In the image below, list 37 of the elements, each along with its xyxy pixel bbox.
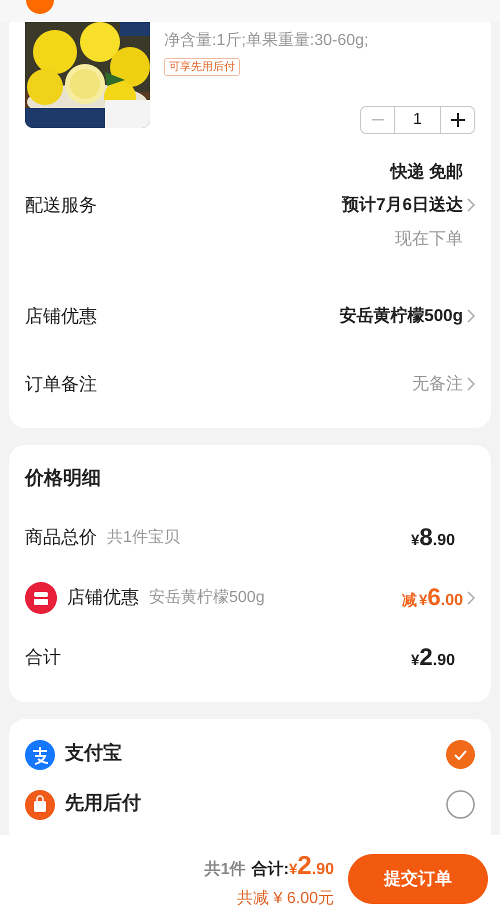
row-value: 快递 免邮 <box>390 160 463 183</box>
chevron-right-icon <box>467 309 475 323</box>
chevron-right-icon <box>467 377 475 391</box>
section-title: 价格明细 <box>25 467 102 491</box>
minus-icon <box>372 119 384 121</box>
price-label: 合计 <box>25 646 61 669</box>
row-value: 预计7月6日送达 <box>342 194 463 216</box>
selected-check-icon <box>446 740 475 769</box>
payment-name: 先用后付 <box>65 792 141 816</box>
price-note: 安岳黄柠檬500g <box>149 588 265 608</box>
quantity-field[interactable]: 1 <box>394 107 441 133</box>
row-label: 配送服务 <box>25 194 97 216</box>
row-label: 店铺优惠 <box>25 304 97 328</box>
radio-icon <box>446 790 475 819</box>
total-label: 合计: <box>252 860 289 880</box>
price-label: 店铺优惠 <box>67 586 139 609</box>
payment-option[interactable]: 支付宝 <box>25 738 475 770</box>
price-amount: ¥2.90 <box>411 642 455 672</box>
row-value: 无备注 <box>412 373 463 396</box>
total-amount: ¥2.90 <box>288 849 334 882</box>
plus-icon <box>450 113 464 127</box>
row-label: 订单备注 <box>25 372 97 396</box>
price-amount: ¥8.90 <box>411 522 455 552</box>
pay-later-tag: 可享先用后付 <box>164 58 240 76</box>
item-count: 共1件 <box>204 860 246 880</box>
price-note: 共1件宝贝 <box>107 528 180 548</box>
price-amount: 减¥6.00 <box>402 582 463 612</box>
payment-name: 支付宝 <box>65 742 122 766</box>
chevron-right-icon <box>467 198 475 212</box>
payment-option[interactable]: 先用后付 <box>25 788 475 820</box>
row-value: 安岳黄柠檬500g <box>339 305 463 328</box>
chevron-right-icon <box>467 590 475 604</box>
product-spec: 净含量:1斤;单果重量:30-60g; <box>164 30 370 51</box>
saving-text: 共减 ¥ 6.00元 <box>237 888 334 909</box>
payment-logo-icon <box>25 740 55 770</box>
price-label: 商品总价 <box>25 526 97 549</box>
row-value: 现在下单 <box>395 228 463 250</box>
